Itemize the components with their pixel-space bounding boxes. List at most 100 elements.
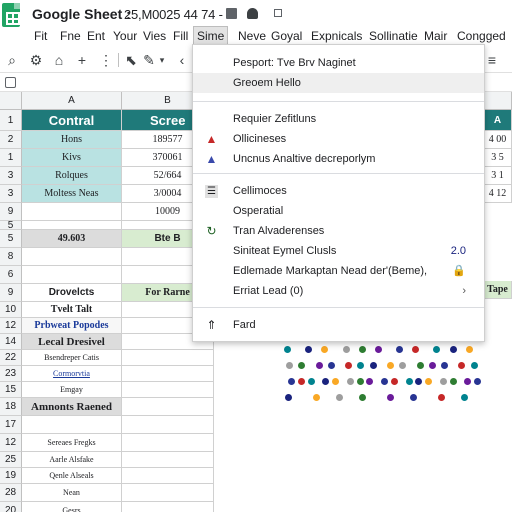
cell-b[interactable] (122, 452, 214, 468)
cell-a[interactable]: Aarle Alsfake (22, 452, 122, 468)
column-header-a[interactable]: A (22, 92, 122, 110)
menu-tools[interactable]: Sime (193, 26, 229, 46)
cell-b[interactable] (122, 434, 214, 452)
menu-option[interactable]: Edlemade Markaptan Nead der'(Beme), 🔒 (193, 261, 484, 281)
menu-option[interactable]: ☰ Cellimoces (193, 181, 484, 201)
menu-help[interactable]: Goyal (268, 26, 305, 46)
settings-icon[interactable]: ⚙ (28, 50, 44, 70)
menu-option[interactable]: Osperatial (193, 201, 484, 221)
row-header[interactable]: 28 (0, 484, 22, 502)
corner-cell[interactable] (0, 92, 22, 110)
cell-b[interactable] (122, 468, 214, 484)
cell-a[interactable]: Amnonts Raened (22, 398, 122, 416)
sheets-logo-icon[interactable] (2, 3, 20, 27)
right-green-cell[interactable]: Tape (484, 281, 512, 299)
right-value-cell[interactable]: 3 1 (484, 167, 512, 185)
pen-icon[interactable]: ✎ (141, 50, 157, 70)
cell-a[interactable]: Lecal Dresivel (22, 334, 122, 350)
cell-b[interactable] (122, 502, 214, 512)
cell-a[interactable]: Qenle Alseals (22, 468, 122, 484)
row-header[interactable]: 6 (0, 266, 22, 284)
row-header[interactable]: 10 (0, 302, 22, 318)
row-header[interactable]: 12 (0, 434, 22, 452)
menu-option[interactable]: Pesport: Tve Brv Naginet (193, 53, 484, 73)
menu-option[interactable]: ↻ Tran Alvaderenses (193, 221, 484, 241)
cell-a[interactable]: Nean (22, 484, 122, 502)
more-icon[interactable]: ⋮ (98, 50, 114, 70)
cell-a[interactable]: Emgay (22, 382, 122, 398)
cell-b[interactable] (122, 382, 214, 398)
row-header[interactable]: 12 (0, 318, 22, 334)
cell-b[interactable] (122, 416, 214, 434)
menu-file[interactable]: Fit (31, 26, 50, 46)
cell-a[interactable]: Hons (22, 131, 122, 149)
row-header[interactable]: 1 (0, 110, 22, 131)
cell-a[interactable]: Kivs (22, 149, 122, 167)
menu-option[interactable]: ⇑ Fard (193, 315, 484, 335)
cell-b[interactable] (122, 398, 214, 416)
cell-a[interactable]: Moltess Neas (22, 185, 122, 203)
row-header[interactable]: 17 (0, 416, 22, 434)
cell-a[interactable]: 49.603 (22, 230, 122, 248)
cell-b[interactable] (122, 484, 214, 502)
home-icon[interactable]: ⌂ (51, 50, 67, 70)
row-header[interactable]: 5 (0, 230, 22, 248)
row-header[interactable]: 5 (0, 221, 22, 231)
cell-a[interactable]: Gesrs (22, 502, 122, 512)
cell-a[interactable] (22, 416, 122, 434)
menu-edit[interactable]: Fne (57, 26, 84, 46)
row-header[interactable]: 9 (0, 203, 22, 221)
menu-option[interactable]: Requier Zefitluns (193, 109, 484, 129)
menu-insert[interactable]: Your (110, 26, 140, 46)
row-header[interactable]: 2 (0, 131, 22, 149)
row-header[interactable]: 3 (0, 167, 22, 185)
menu-data[interactable]: Fill (170, 26, 191, 46)
right-header-cell[interactable]: A (484, 110, 512, 131)
move-folder-icon[interactable] (274, 9, 282, 17)
row-header[interactable]: 14 (0, 334, 22, 350)
cell-a[interactable]: Drovelcts (22, 284, 122, 302)
menu-solutions[interactable]: Sollinatie (366, 26, 421, 46)
row-header[interactable]: 1 (0, 149, 22, 167)
back-icon[interactable]: ‹ (174, 50, 190, 70)
cursor-icon[interactable]: ⬉ (123, 50, 139, 70)
cell-a[interactable] (22, 203, 122, 221)
menu-main[interactable]: Mair (421, 26, 450, 46)
right-value-cell[interactable]: 4 00 (484, 131, 512, 149)
cell-a[interactable]: Prbweat Popodes (22, 318, 122, 334)
row-header[interactable]: 19 (0, 468, 22, 484)
row-header[interactable]: 23 (0, 366, 22, 382)
menu-view[interactable]: Ent (84, 26, 108, 46)
cell-a[interactable]: Sereaes Fregks (22, 434, 122, 452)
menu-search-icon[interactable]: ⌕ (4, 50, 20, 70)
row-header[interactable]: 18 (0, 398, 22, 416)
row-header[interactable]: 20 (0, 502, 22, 512)
cell-a[interactable] (22, 248, 122, 266)
cell-b[interactable] (122, 366, 214, 382)
menu-format[interactable]: Vies (140, 26, 169, 46)
cell-a[interactable] (22, 221, 122, 230)
row-header[interactable]: 8 (0, 248, 22, 266)
cloud-status-icon[interactable] (247, 8, 258, 19)
menu-option[interactable]: ▲ Ollicineses (193, 129, 484, 149)
cell-a[interactable] (22, 266, 122, 284)
cell-a[interactable]: Cormorvtia (22, 366, 122, 382)
menu-option[interactable]: Siniteat Eymel Clusls 2.0 (193, 241, 484, 261)
row-header[interactable]: 25 (0, 452, 22, 468)
row-header[interactable]: 3 (0, 185, 22, 203)
document-name[interactable]: 25,M0025 44 74 - (124, 7, 223, 22)
add-icon[interactable]: + (74, 50, 90, 70)
cell-a[interactable]: Tvelt Talt (22, 302, 122, 318)
menu-option[interactable]: ▲ Uncnus Analtive decreporlym (193, 149, 484, 169)
menu-accessibility[interactable]: Expnicals (308, 26, 365, 46)
right-value-cell[interactable]: 4 12 (484, 185, 512, 203)
menu-option[interactable]: Greoem Hello (193, 73, 484, 93)
menu-congged[interactable]: Congged (454, 26, 509, 46)
menu-option[interactable]: Erriat Lead (0) › (193, 281, 484, 301)
row-header[interactable]: 22 (0, 350, 22, 366)
star-icon[interactable] (226, 8, 237, 19)
cell-b[interactable] (122, 350, 214, 366)
cell-a[interactable]: Rolques (22, 167, 122, 185)
right-value-cell[interactable]: 3 5 (484, 149, 512, 167)
row-header[interactable]: 15 (0, 382, 22, 398)
